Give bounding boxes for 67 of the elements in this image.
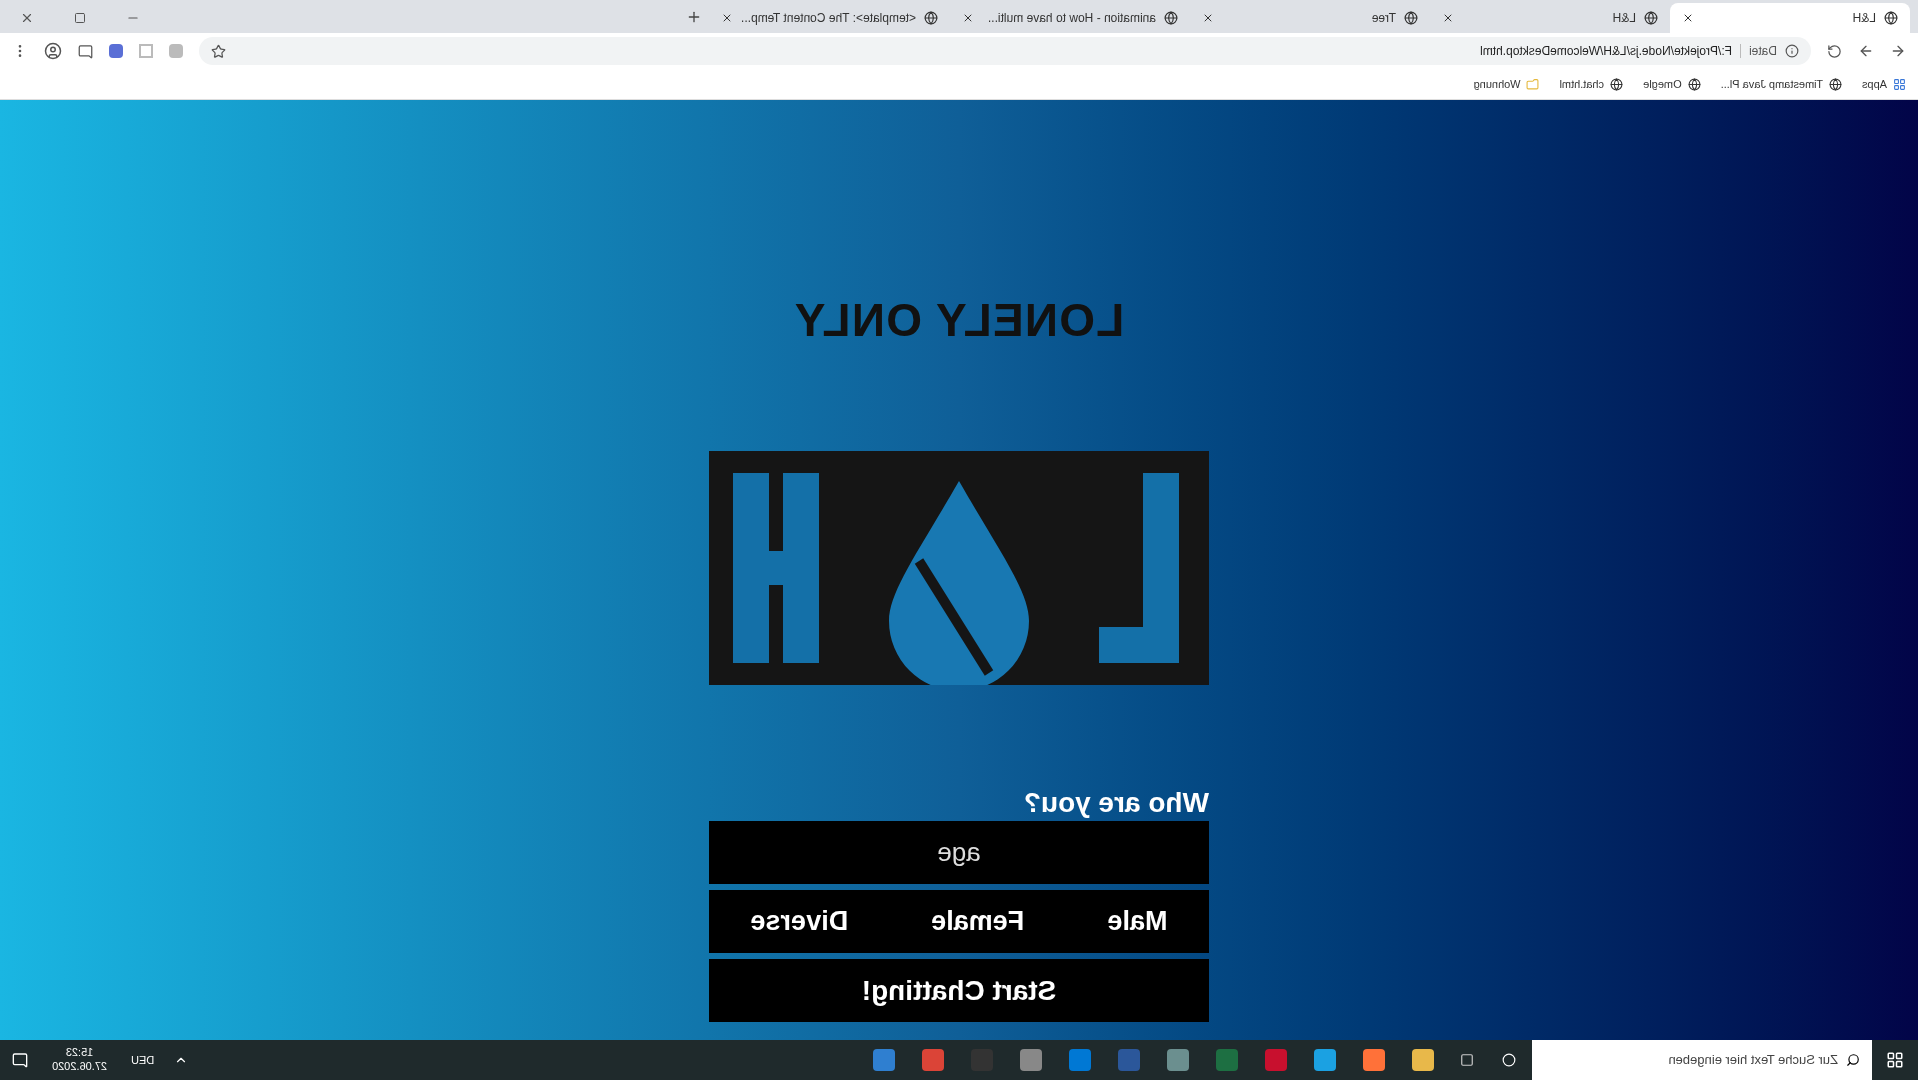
tab-title: <template>: The Content Temp... bbox=[741, 10, 916, 27]
browser-tab[interactable]: Tree bbox=[1190, 3, 1430, 33]
app-icon[interactable] bbox=[1363, 1049, 1386, 1071]
globe-icon[interactable] bbox=[1610, 77, 1624, 91]
bookmark-link[interactable]: Timestamp Java Pl... bbox=[1720, 75, 1823, 93]
start-icon[interactable] bbox=[1886, 1051, 1904, 1069]
tab-title: L&H bbox=[1611, 10, 1636, 27]
clock-time: 15:23 bbox=[65, 1046, 94, 1060]
form-label: Who are you? bbox=[1022, 789, 1209, 817]
apps-grid-icon[interactable] bbox=[1893, 77, 1906, 91]
app-icon[interactable] bbox=[1314, 1049, 1337, 1071]
bookmark-star-icon[interactable] bbox=[211, 43, 226, 59]
globe-icon bbox=[1404, 11, 1418, 25]
language-indicator[interactable]: DEU bbox=[131, 1051, 155, 1069]
app-icon[interactable] bbox=[1020, 1049, 1043, 1071]
forward-icon[interactable] bbox=[1858, 43, 1874, 59]
close-icon[interactable] bbox=[1442, 12, 1454, 24]
site-title: LONELY ONLY bbox=[793, 293, 1125, 348]
gender-option[interactable]: Diverse bbox=[750, 901, 849, 942]
new-tab-icon[interactable] bbox=[686, 9, 702, 25]
globe-icon bbox=[1644, 11, 1658, 25]
close-icon[interactable] bbox=[1682, 12, 1694, 24]
globe-icon[interactable] bbox=[1687, 77, 1701, 91]
close-icon[interactable] bbox=[1202, 12, 1214, 24]
info-icon bbox=[1785, 44, 1799, 58]
bookmark-link[interactable]: Omegle bbox=[1643, 75, 1682, 93]
app-icon[interactable] bbox=[922, 1049, 945, 1071]
maximize-icon[interactable] bbox=[74, 12, 86, 24]
close-window-icon[interactable] bbox=[20, 11, 34, 25]
app-icon[interactable] bbox=[1167, 1049, 1190, 1071]
globe-icon[interactable] bbox=[1828, 77, 1842, 91]
close-icon[interactable] bbox=[962, 12, 974, 24]
clock-date: 27.06.2020 bbox=[52, 1060, 108, 1074]
taskbar-search-field[interactable]: Zur Suche Text hier eingeben bbox=[1532, 1040, 1872, 1080]
age-input-field[interactable]: age bbox=[709, 821, 1209, 884]
search-icon bbox=[1846, 1053, 1860, 1067]
globe-icon bbox=[924, 11, 938, 25]
task-view-icon[interactable] bbox=[1460, 1053, 1474, 1067]
tab-title: L&H bbox=[1851, 10, 1876, 27]
gender-option[interactable]: Male bbox=[1107, 901, 1168, 942]
gender-option[interactable]: Female bbox=[931, 901, 1025, 942]
browser-tab[interactable]: animation - How to have multi... bbox=[950, 3, 1190, 33]
back-icon[interactable] bbox=[1890, 43, 1906, 59]
tab-title: Tree bbox=[1370, 10, 1396, 27]
extension-icon[interactable] bbox=[109, 44, 123, 58]
app-icon[interactable] bbox=[1412, 1049, 1435, 1071]
browser-tab[interactable]: L&H bbox=[1670, 3, 1910, 33]
globe-icon bbox=[1164, 11, 1178, 25]
app-icon[interactable] bbox=[873, 1049, 896, 1071]
search-placeholder: Zur Suche Text hier eingeben bbox=[1668, 1051, 1838, 1070]
app-icon[interactable] bbox=[1069, 1049, 1092, 1071]
notification-icon[interactable] bbox=[12, 1052, 28, 1068]
reload-icon[interactable] bbox=[1827, 43, 1842, 59]
tab-title: animation - How to have multi... bbox=[986, 10, 1156, 27]
bookmark-link[interactable]: Apps bbox=[1861, 75, 1887, 93]
start-chatting-button[interactable]: Start Chatting! bbox=[709, 959, 1209, 1022]
close-icon[interactable] bbox=[721, 12, 733, 24]
globe-icon bbox=[1884, 11, 1898, 25]
bookmark-link[interactable]: chat.html bbox=[1559, 75, 1605, 93]
browser-tab[interactable]: <template>: The Content Temp... bbox=[710, 3, 950, 33]
browser-tab[interactable]: L&H bbox=[1430, 3, 1670, 33]
bookmark-link[interactable]: Wohnung bbox=[1473, 75, 1521, 93]
extension-icon[interactable] bbox=[78, 43, 93, 59]
url-text: F:/Projekte/Node.js/L&H/WelcomeDesktop.html bbox=[1479, 43, 1732, 60]
address-bar[interactable]: F:/Projekte/Node.js/L&H/WelcomeDesktop.html Datei bbox=[199, 37, 1811, 65]
profile-icon[interactable] bbox=[44, 42, 62, 60]
url-scheme: Datei bbox=[1749, 43, 1777, 60]
